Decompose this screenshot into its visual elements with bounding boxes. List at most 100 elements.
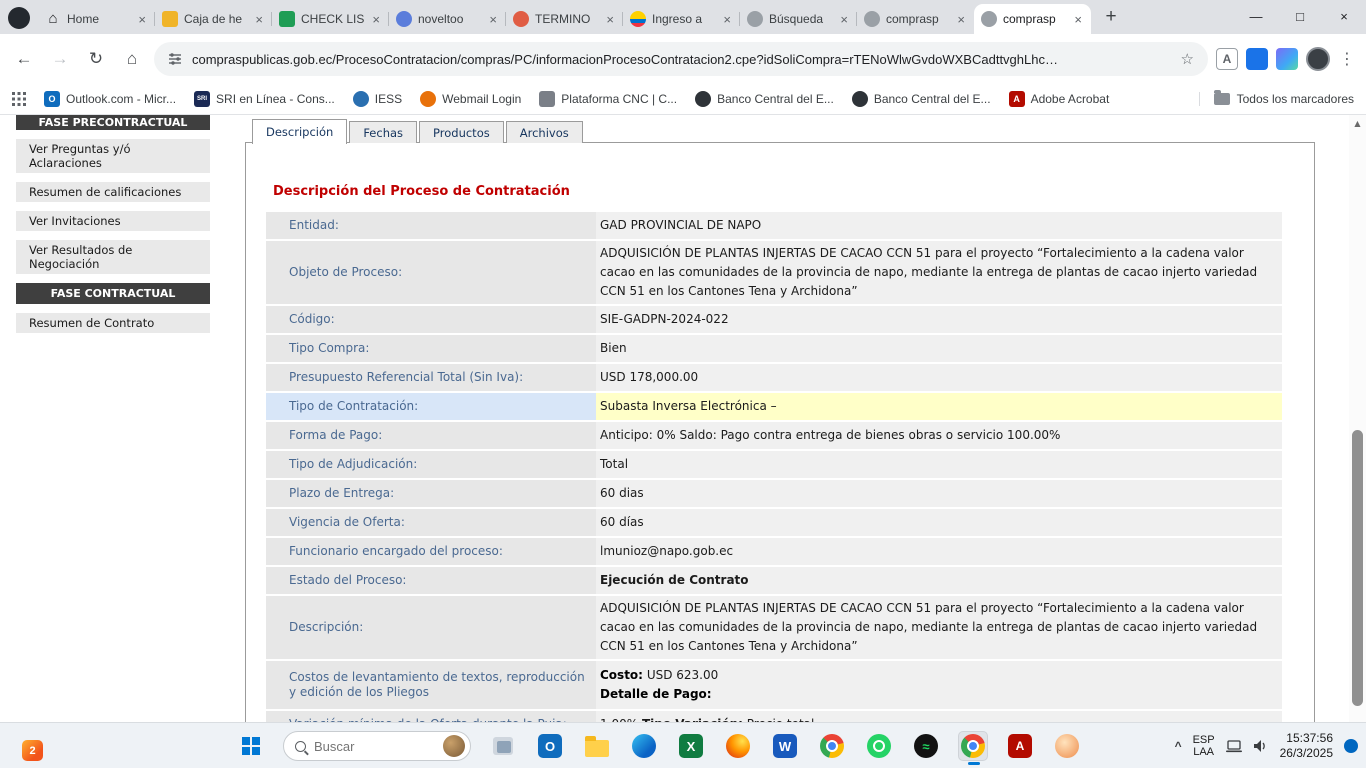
- page-scrollbar[interactable]: ▲: [1349, 115, 1366, 722]
- row-label: Forma de Pago:: [266, 422, 596, 449]
- notification-badge[interactable]: [1344, 739, 1358, 753]
- forward-icon[interactable]: →: [46, 45, 74, 73]
- tab-favicon-icon: [279, 11, 295, 27]
- tab-close-icon[interactable]: ×: [370, 12, 382, 27]
- bing-extension-icon[interactable]: [1246, 48, 1268, 70]
- home-favicon-icon: ⌂: [45, 11, 61, 27]
- scrollbar-thumb[interactable]: [1352, 430, 1363, 706]
- language-indicator[interactable]: ESP LAA: [1193, 734, 1215, 758]
- sidebar-item-calificaciones[interactable]: Resumen de calificaciones: [16, 182, 210, 202]
- file-explorer-icon[interactable]: [582, 731, 612, 761]
- tray-time: 15:37:56: [1280, 731, 1333, 746]
- tab-label: Ingreso a: [652, 12, 715, 26]
- browser-tab-ingreso[interactable]: Ingreso a ×: [623, 4, 740, 34]
- profile-avatar-icon[interactable]: [1306, 47, 1330, 71]
- all-bookmarks-button[interactable]: Todos los marcadores: [1199, 92, 1354, 106]
- taskbar-widget-badge[interactable]: 2: [22, 740, 43, 761]
- row-label: Presupuesto Referencial Total (Sin Iva):: [266, 364, 596, 391]
- tab-label: comprasp: [886, 12, 949, 26]
- minimize-button[interactable]: —: [1234, 0, 1278, 32]
- browser-tab-home[interactable]: ⌂ Home ×: [38, 4, 155, 34]
- tab-close-icon[interactable]: ×: [487, 12, 499, 27]
- sidebar-item-negociacion[interactable]: Ver Resultados de Negociación: [16, 240, 210, 274]
- bookmark-cnc[interactable]: Plataforma CNC | C...: [539, 91, 677, 107]
- apps-grid-icon[interactable]: [12, 92, 26, 106]
- sri-favicon-icon: SRI: [194, 91, 210, 107]
- image-extension-icon[interactable]: [1276, 48, 1298, 70]
- start-button[interactable]: [236, 731, 266, 761]
- browser-profile-avatar[interactable]: [8, 7, 30, 29]
- spotify-icon[interactable]: ≈: [911, 731, 941, 761]
- taskbar-clock[interactable]: 15:37:56 26/3/2025: [1280, 731, 1333, 761]
- browser-tab-caja[interactable]: Caja de he ×: [155, 4, 272, 34]
- bookmark-star-icon[interactable]: ☆: [1181, 50, 1194, 68]
- acrobat-icon[interactable]: A: [1005, 731, 1035, 761]
- word-icon[interactable]: W: [770, 731, 800, 761]
- windows-logo-icon: [242, 737, 260, 755]
- tab-favicon-icon: [513, 11, 529, 27]
- chrome-icon[interactable]: [817, 731, 847, 761]
- tab-close-icon[interactable]: ×: [604, 12, 616, 27]
- browser-tab-busqueda[interactable]: Búsqueda ×: [740, 4, 857, 34]
- row-value: Subasta Inversa Electrónica –: [596, 393, 1282, 420]
- table-row-descripcion: Descripción: ADQUISICIÓN DE PLANTAS INJE…: [266, 596, 1282, 659]
- scroll-up-icon[interactable]: ▲: [1349, 115, 1366, 131]
- tab-label: Home: [67, 12, 130, 26]
- home-icon[interactable]: ⌂: [118, 45, 146, 73]
- bookmark-acrobat[interactable]: A Adobe Acrobat: [1009, 91, 1110, 107]
- bookmark-sri[interactable]: SRI SRI en Línea - Cons...: [194, 91, 335, 107]
- browser-tab-compras-active[interactable]: comprasp ×: [974, 4, 1091, 34]
- row-value: USD 178,000.00: [596, 364, 1282, 391]
- sidebar-item-preguntas[interactable]: Ver Preguntas y/ó Aclaraciones: [16, 139, 210, 173]
- table-row-objeto: Objeto de Proceso: ADQUISICIÓN DE PLANTA…: [266, 241, 1282, 304]
- tab-close-icon[interactable]: ×: [253, 12, 265, 27]
- tab-close-icon[interactable]: ×: [136, 12, 148, 27]
- task-view-icon[interactable]: [488, 731, 518, 761]
- sidebar-item-invitaciones[interactable]: Ver Invitaciones: [16, 211, 210, 231]
- bookmark-iess[interactable]: IESS: [353, 91, 402, 107]
- browser-tab-compras-1[interactable]: comprasp ×: [857, 4, 974, 34]
- bce-favicon-icon: [695, 91, 711, 107]
- chrome-active-icon[interactable]: [958, 731, 988, 761]
- url-text[interactable]: compraspublicas.gob.ec/ProcesoContrataci…: [192, 52, 1171, 67]
- tab-descripcion[interactable]: Descripción: [252, 119, 347, 144]
- bookmark-bce-2[interactable]: Banco Central del E...: [852, 91, 991, 107]
- excel-icon[interactable]: X: [676, 731, 706, 761]
- tab-close-icon[interactable]: ×: [1072, 12, 1084, 27]
- row-label: Funcionario encargado del proceso:: [266, 538, 596, 565]
- tab-close-icon[interactable]: ×: [955, 12, 967, 27]
- back-icon[interactable]: ←: [10, 45, 38, 73]
- tab-fechas[interactable]: Fechas: [349, 121, 417, 143]
- hidden-icons-chevron-icon[interactable]: ^: [1175, 739, 1182, 753]
- sidebar-item-resumen-contrato[interactable]: Resumen de Contrato: [16, 313, 210, 333]
- browser-tab-noveltoon[interactable]: noveltoo ×: [389, 4, 506, 34]
- bookmark-label: Banco Central del E...: [874, 92, 991, 106]
- bookmark-bce-1[interactable]: Banco Central del E...: [695, 91, 834, 107]
- costo-value: USD 623.00: [647, 668, 718, 682]
- firefox-icon[interactable]: [723, 731, 753, 761]
- close-window-button[interactable]: ×: [1322, 0, 1366, 32]
- browser-tab-termino[interactable]: TERMINO ×: [506, 4, 623, 34]
- tab-archivos[interactable]: Archivos: [506, 121, 583, 143]
- display-icon[interactable]: [1226, 740, 1242, 753]
- bookmark-webmail[interactable]: Webmail Login: [420, 91, 521, 107]
- taskbar-search[interactable]: [283, 731, 471, 761]
- bookmark-outlook[interactable]: O Outlook.com - Micr...: [44, 91, 176, 107]
- tab-close-icon[interactable]: ×: [838, 12, 850, 27]
- search-input[interactable]: [314, 739, 435, 754]
- reload-icon[interactable]: ↻: [82, 45, 110, 73]
- browser-menu-icon[interactable]: ⋮: [1338, 49, 1356, 69]
- browser-tab-checklist[interactable]: CHECK LIS ×: [272, 4, 389, 34]
- address-bar[interactable]: compraspublicas.gob.ec/ProcesoContrataci…: [154, 42, 1208, 76]
- search-highlight-image[interactable]: [443, 735, 465, 757]
- outlook-icon[interactable]: O: [535, 731, 565, 761]
- paint-icon[interactable]: [1052, 731, 1082, 761]
- translate-icon[interactable]: A: [1216, 48, 1238, 70]
- maximize-button[interactable]: □: [1278, 0, 1322, 32]
- edge-icon[interactable]: [629, 731, 659, 761]
- whatsapp-icon[interactable]: [864, 731, 894, 761]
- speaker-icon[interactable]: [1253, 739, 1269, 753]
- tab-close-icon[interactable]: ×: [721, 12, 733, 27]
- new-tab-button[interactable]: +: [1097, 3, 1125, 31]
- tab-productos[interactable]: Productos: [419, 121, 504, 143]
